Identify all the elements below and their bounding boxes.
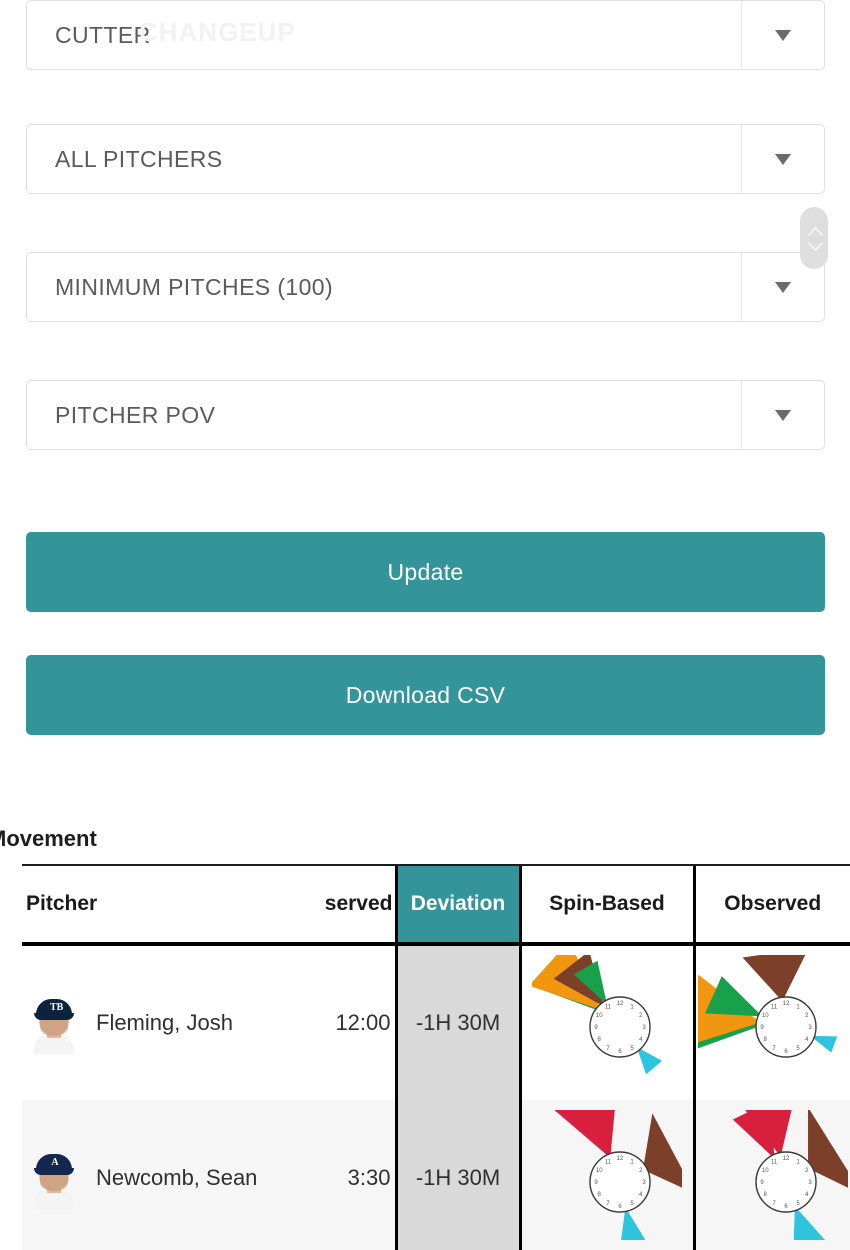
column-header-deviation[interactable]: Deviation [394,866,522,946]
cell-observed-clock: 1 2 3 4 5 6 7 8 9 10 11 12 [694,944,850,1100]
cell-spin-based-clock: 1 2 3 4 5 6 7 8 9 10 11 12 [520,1100,696,1250]
clock-hour-label: 11 [771,1159,778,1165]
table-row[interactable]: TB Fleming, Josh 12:00 -1H 30M 1 2 3 4 5 6 7 8 9 10 11… [22,944,850,1100]
column-header-observed-clipped[interactable]: served [298,866,396,946]
avatar-cap-brim [34,1168,74,1175]
spin-based-clock-chart: 123456789101112 [554,1110,682,1240]
pitcher-cell-content: A Newcomb, Sean [26,1147,298,1209]
cell-deviation: -1H 30M [394,1100,522,1250]
avatar-cap-brim [34,1013,74,1020]
clock-hour-label: 10 [596,1168,603,1174]
table-row[interactable]: A Newcomb, Sean 3:30 -1H 30M 1 2 3 4 5 6 7 8 9 10 11 12… [22,1100,850,1250]
pitcher-pov-select-row: PITCHER POV [26,380,825,450]
cell-spin-based-clock: 1 2 3 4 5 6 7 8 9 10 11 12 [520,944,696,1100]
column-header-pitcher[interactable]: Pitcher [22,866,298,946]
movement-wedge [793,1206,825,1240]
clock-hour-label: 10 [762,1168,769,1174]
clock-hour-label: 12 [617,1156,624,1162]
pitchers-select-row: ALL PITCHERS [26,124,825,194]
download-csv-button[interactable]: Download CSV [26,655,825,735]
observed-clock-chart: 123456789101112 [697,955,837,1058]
pitch-type-select[interactable]: CHANGEUP CUTTER [26,0,825,70]
team-logo-icon: A [51,1157,59,1168]
minimum-pitches-select[interactable]: MINIMUM PITCHES (100) [26,252,825,322]
minimum-pitches-select-label: MINIMUM PITCHES (100) [55,273,334,300]
clock-hour-label: 11 [605,1004,612,1010]
movement-wedge [636,1046,663,1075]
pitch-type-select-label: CUTTER [55,21,151,48]
clock-hour-label: 12 [782,1001,789,1007]
minimum-pitches-select-row: MINIMUM PITCHES (100) [26,252,825,322]
chevron-down-icon [775,409,791,421]
avatar: TB [26,992,82,1054]
cell-observed-clock: 1 2 3 4 5 6 7 8 9 10 11 12 [694,1100,850,1250]
update-button[interactable]: Update [26,532,825,612]
clock-hour-label: 12 [617,1001,624,1007]
pitcher-name: Fleming, Josh [96,1010,233,1035]
team-logo-icon: TB [50,1002,64,1013]
movement-wedge [732,1110,775,1159]
pitchers-dropdown-arrow[interactable] [741,125,824,193]
movement-wedge [742,955,805,1002]
movement-table: Pitcher served Deviation Spin-Based Obse… [22,866,850,1250]
chevron-down-icon [775,153,791,165]
pitcher-cell-content: TB Fleming, Josh [26,992,298,1054]
avatar-beard [40,1020,68,1036]
cell-pitcher: A Newcomb, Sean [22,1100,298,1250]
clock-hour-label: 10 [596,1013,603,1019]
clock-hour-label: 10 [762,1013,769,1019]
pitchers-select[interactable]: ALL PITCHERS [26,124,825,194]
pitcher-pov-dropdown-arrow[interactable] [741,381,824,449]
column-header-spin-based[interactable]: Spin-Based [520,866,696,946]
column-header-observed[interactable]: Observed [694,866,850,946]
avatar: A [26,1147,82,1209]
ghost-watermark-text: CHANGEUP [139,17,296,47]
pitcher-pov-select-label: PITCHER POV [55,401,216,428]
cell-deviation: -1H 30M [394,944,522,1100]
table-body: TB Fleming, Josh 12:00 -1H 30M 1 2 3 4 5 6 7 8 9 10 11… [22,944,850,1250]
chevron-down-icon[interactable] [808,238,821,251]
chevron-down-icon [775,29,791,41]
table-head: Pitcher served Deviation Spin-Based Obse… [22,866,850,946]
pitch-movement-app: CHANGEUP CUTTER ALL PITCHERS MINIMUM PIT… [0,0,850,1250]
pitch-type-dropdown-arrow[interactable] [741,1,824,69]
clock-hour-label: 11 [605,1159,612,1165]
cell-observed-time: 12:00 [298,944,396,1100]
table-title: Movement [0,826,97,851]
cell-observed-time: 3:30 [298,1100,396,1250]
movement-wedge [704,976,762,1017]
number-stepper[interactable] [800,207,828,269]
pitchers-select-label: ALL PITCHERS [55,145,223,172]
pitch-type-select-row: CHANGEUP CUTTER [26,0,825,70]
avatar-beard [40,1175,68,1191]
spin-based-clock-chart: 123456789101112 [532,955,663,1075]
pitcher-name: Newcomb, Sean [96,1165,258,1190]
clock-hour-label: 12 [782,1156,789,1162]
table-header-row: Pitcher served Deviation Spin-Based Obse… [22,866,850,946]
observed-clock-chart: 123456789101112 [732,1110,848,1240]
movement-wedge [554,1110,615,1158]
cell-pitcher: TB Fleming, Josh [22,944,298,1100]
chevron-down-icon [775,281,791,293]
clock-hour-label: 11 [771,1004,778,1010]
pitcher-pov-select[interactable]: PITCHER POV [26,380,825,450]
